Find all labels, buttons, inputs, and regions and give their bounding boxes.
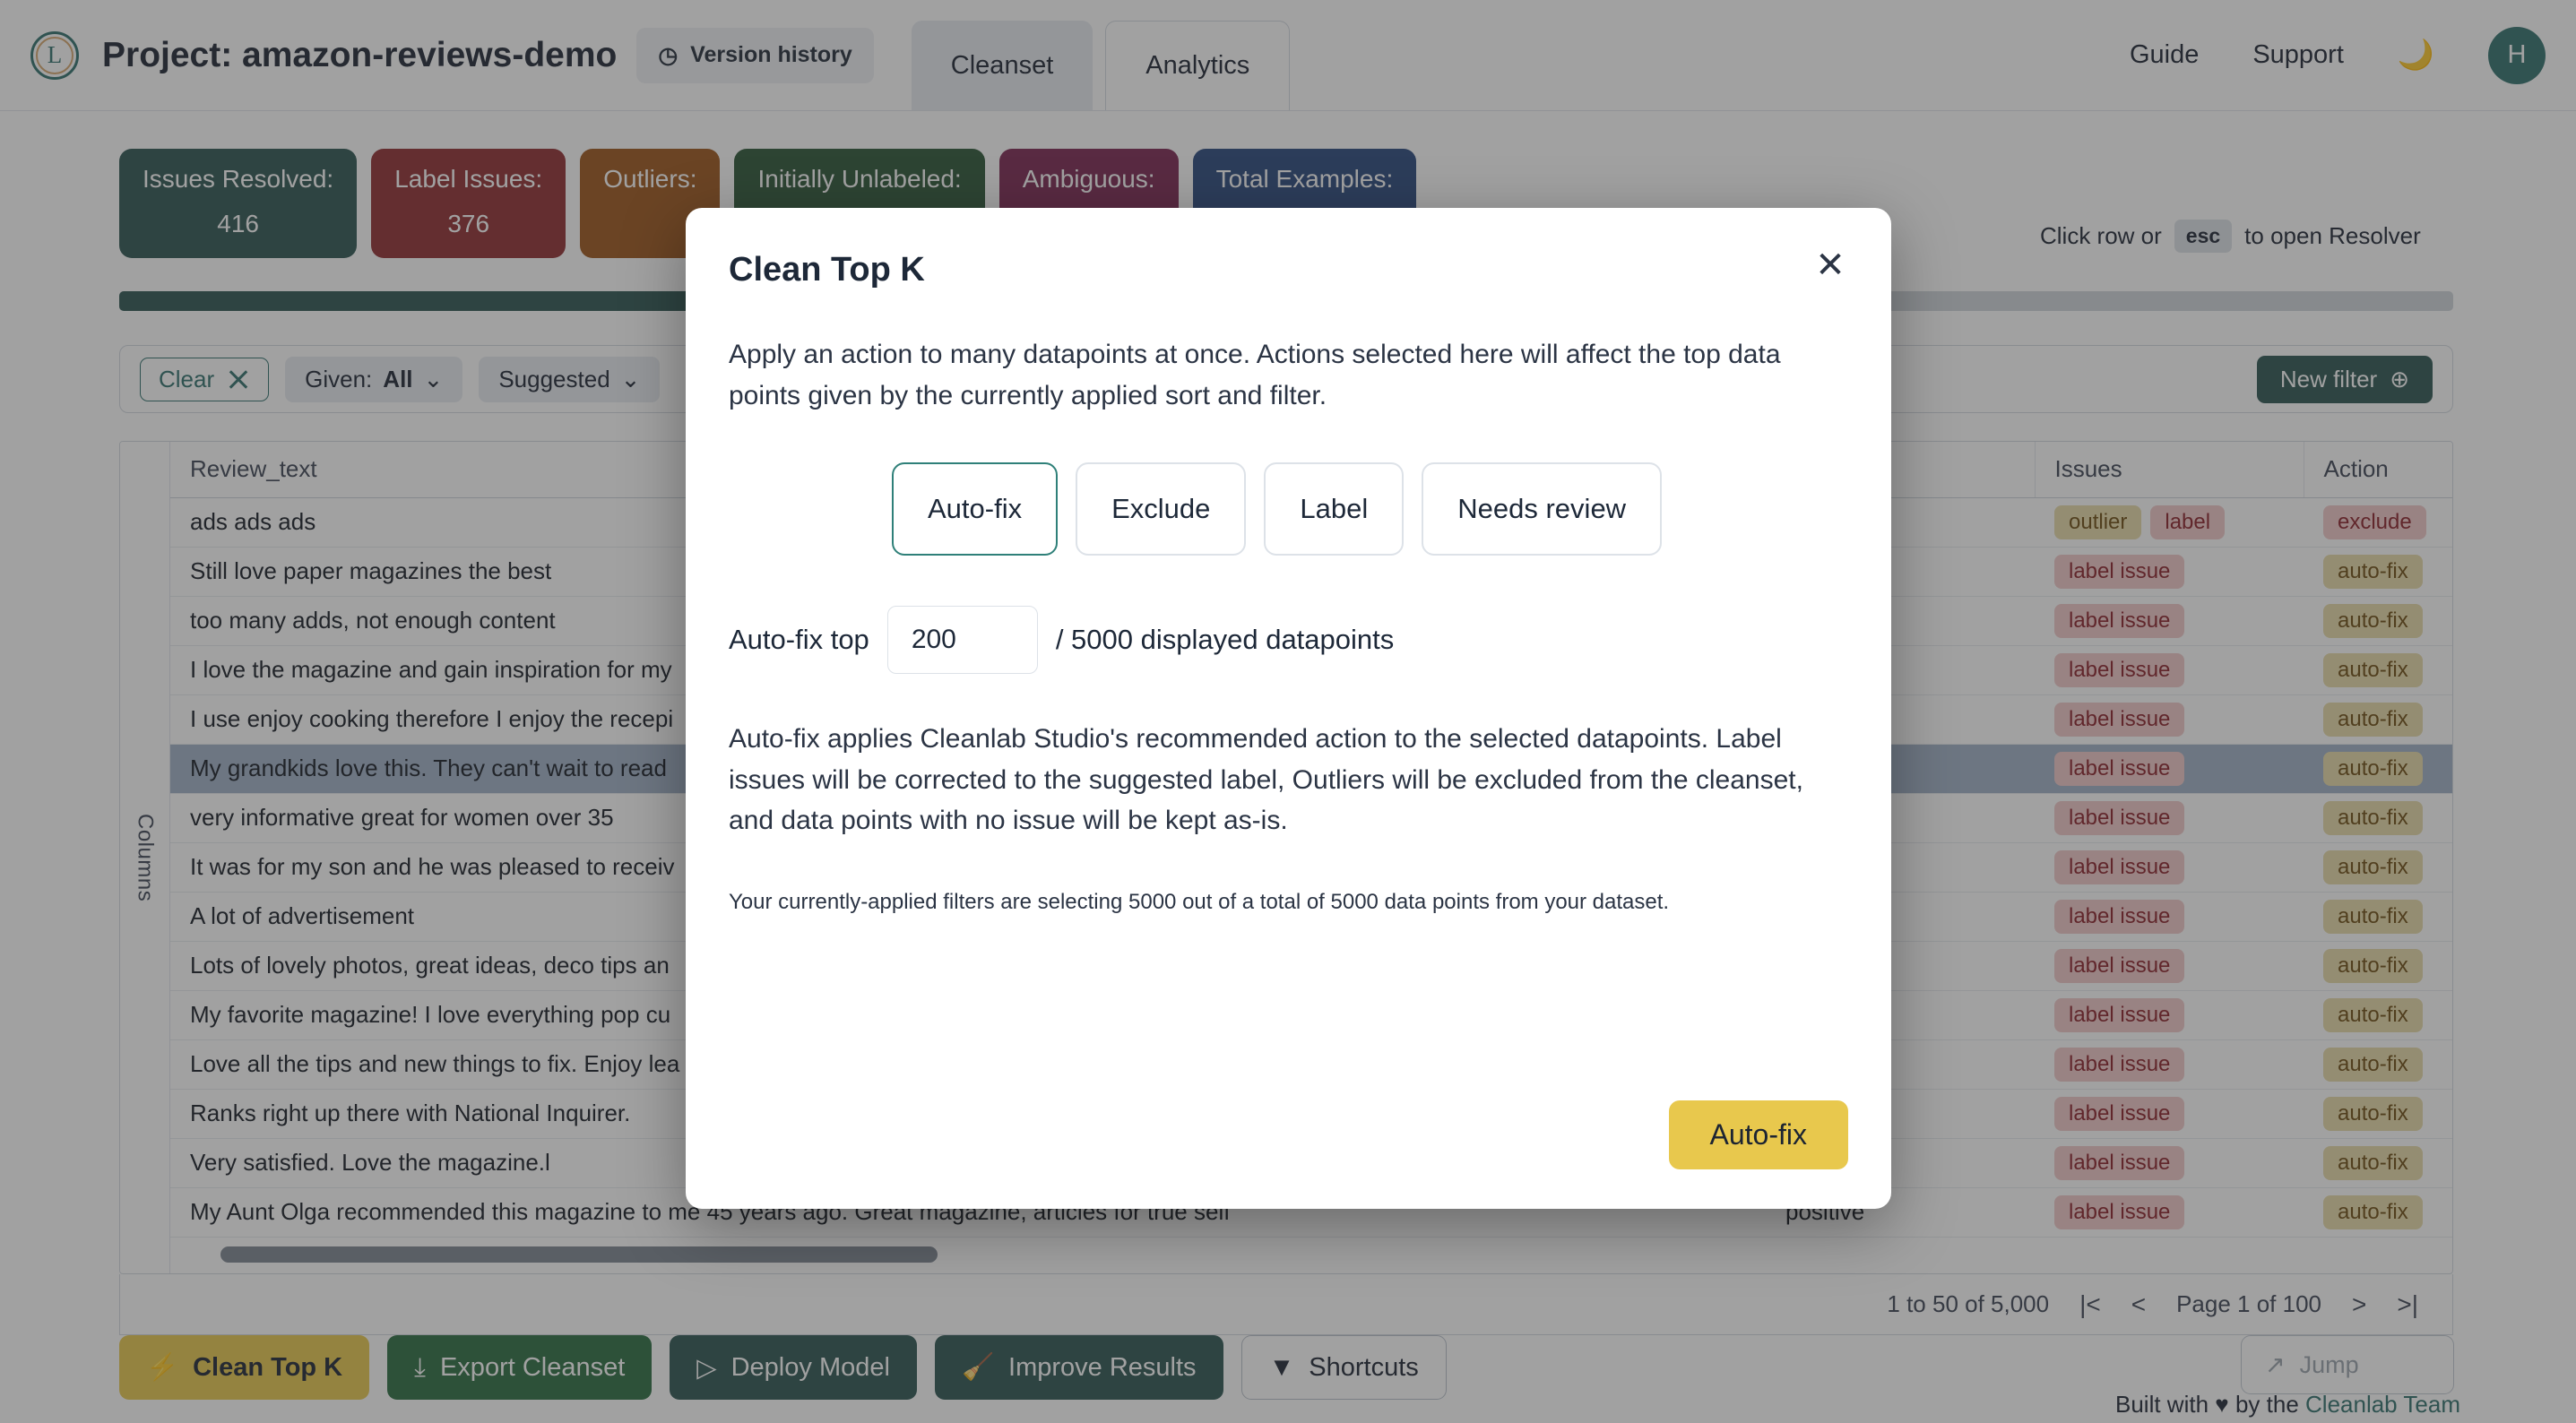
modal-note-text: Your currently-applied filters are selec… [729, 886, 1800, 918]
modal-title: Clean Top K [729, 251, 1848, 289]
app-root: L Project: amazon-reviews-demo ◷ Version… [0, 0, 2576, 1423]
action-tab-auto-fix[interactable]: Auto-fix [892, 462, 1058, 556]
modal-body-text: Auto-fix applies Cleanlab Studio's recom… [729, 719, 1840, 841]
action-tab-needs-review[interactable]: Needs review [1422, 462, 1662, 556]
top-k-row: Auto-fix top 200 / 5000 displayed datapo… [729, 606, 1848, 674]
top-k-input[interactable]: 200 [887, 606, 1038, 674]
action-tab-exclude[interactable]: Exclude [1076, 462, 1246, 556]
top-k-suffix: / 5000 displayed datapoints [1056, 624, 1394, 656]
close-icon[interactable]: ✕ [1811, 246, 1850, 285]
action-tab-label[interactable]: Label [1264, 462, 1404, 556]
modal-autofix-button[interactable]: Auto-fix [1669, 1100, 1848, 1169]
modal-action-tabs: Auto-fixExcludeLabelNeeds review [729, 462, 1848, 556]
clean-top-k-modal: Clean Top K ✕ Apply an action to many da… [686, 208, 1891, 1209]
modal-description: Apply an action to many datapoints at on… [729, 334, 1831, 416]
top-k-label: Auto-fix top [729, 624, 869, 656]
